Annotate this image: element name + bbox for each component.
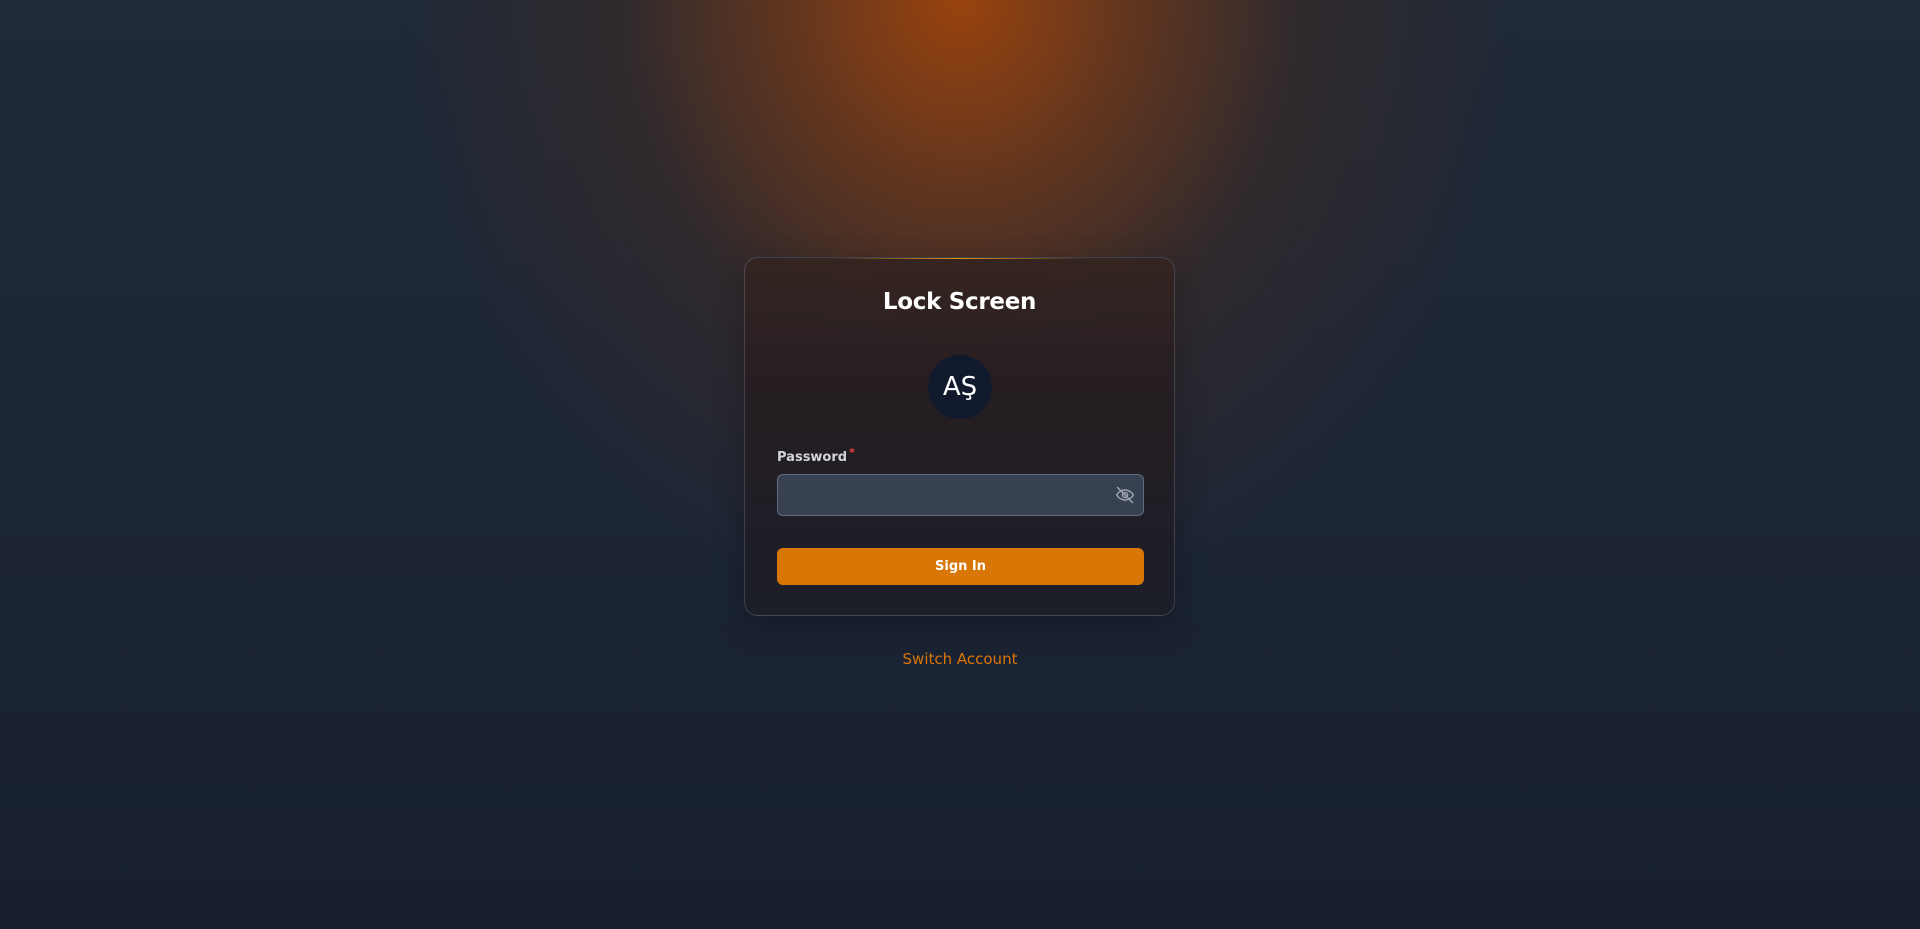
- avatar: AŞ: [928, 355, 992, 419]
- switch-account-link-row: Switch Account: [0, 650, 1920, 668]
- lock-screen-card: Lock Screen AŞ Password * Sign In: [744, 257, 1175, 616]
- password-field-wrapper: [777, 474, 1144, 516]
- switch-account-link[interactable]: Switch Account: [899, 648, 1022, 670]
- eye-off-icon[interactable]: [1115, 485, 1135, 505]
- sign-in-button[interactable]: Sign In: [777, 548, 1144, 585]
- page-title: Lock Screen: [882, 289, 1037, 315]
- password-label-text: Password: [777, 450, 848, 465]
- password-input[interactable]: [778, 475, 1143, 515]
- password-label: Password *: [777, 446, 855, 465]
- required-indicator: *: [849, 446, 855, 459]
